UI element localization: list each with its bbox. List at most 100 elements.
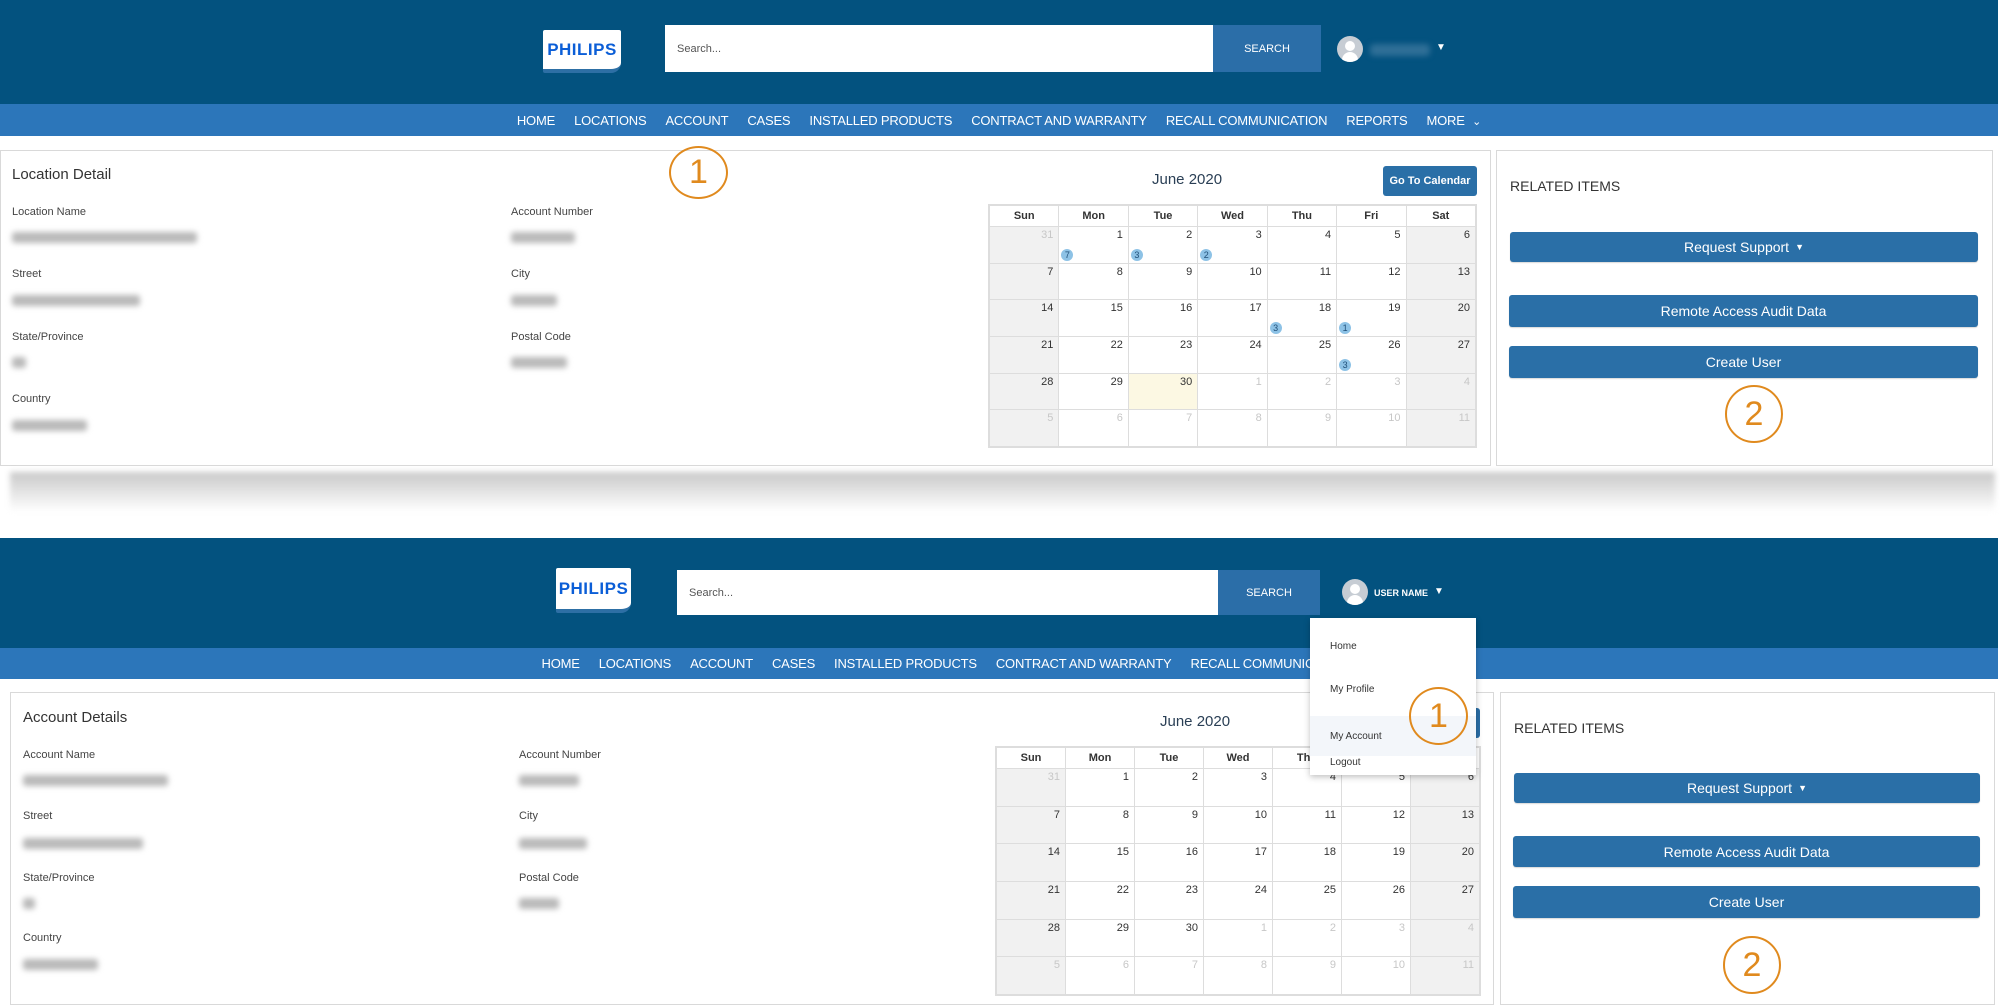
nav-contract-and-warranty[interactable]: CONTRACT AND WARRANTY <box>996 656 1172 671</box>
calendar-day-cell[interactable]: 28 <box>996 918 1066 958</box>
calendar-day-cell[interactable]: 22 <box>1065 880 1135 920</box>
calendar-day-cell[interactable]: 20 <box>1410 843 1480 882</box>
nav-cases[interactable]: CASES <box>747 113 790 128</box>
calendar-day-cell[interactable]: 4 <box>1410 918 1480 958</box>
calendar-day-cell[interactable]: 28 <box>988 372 1060 411</box>
calendar-day-cell[interactable]: 32 <box>1197 226 1268 264</box>
calendar-day-cell[interactable]: 11 <box>1272 805 1342 845</box>
calendar-day-cell[interactable]: 30 <box>1134 918 1204 958</box>
calendar-day-cell[interactable]: 19 <box>1341 843 1411 882</box>
calendar-day-cell[interactable]: 18 3 <box>1266 299 1338 337</box>
caret-down-icon[interactable]: ▼ <box>1436 42 1446 53</box>
search-button[interactable]: SEARCH <box>1218 570 1320 615</box>
calendar-day-cell[interactable]: 12 <box>1336 262 1407 301</box>
search-button[interactable]: SEARCH <box>1213 25 1321 72</box>
calendar-day-cell[interactable]: 7 <box>996 805 1066 845</box>
event-count-badge[interactable]: 2 <box>1200 248 1213 261</box>
nav-home[interactable]: HOME <box>517 113 555 128</box>
user-avatar-icon[interactable] <box>1337 36 1363 62</box>
calendar-day-cell[interactable]: 29 <box>1058 372 1129 411</box>
calendar-day-cell[interactable]: 23 <box>1127 335 1199 374</box>
menu-item-logout[interactable]: Logout <box>1310 750 1476 775</box>
calendar-day-cell[interactable]: 8 <box>1203 956 1273 995</box>
calendar-day-cell[interactable]: 2 <box>1272 918 1342 958</box>
user-name[interactable]: USER NAME <box>1374 588 1428 598</box>
calendar-day-cell[interactable]: 3 <box>1203 768 1273 807</box>
go-to-calendar-button[interactable]: Go To Calendar <box>1383 166 1477 196</box>
calendar-day-cell[interactable]: 22 <box>1058 335 1129 374</box>
remote-access-audit-data-button[interactable]: Remote Access Audit Data <box>1513 836 1980 867</box>
nav-reports[interactable]: REPORTS <box>1346 113 1407 128</box>
calendar-day-cell[interactable]: 19 1 <box>1336 299 1407 337</box>
nav-cases[interactable]: CASES <box>772 656 815 671</box>
calendar-day-cell[interactable]: 1 <box>1065 768 1135 807</box>
calendar-day-cell[interactable]: 6 <box>1405 226 1477 264</box>
calendar-day-cell[interactable]: 3 <box>1336 372 1407 411</box>
create-user-button[interactable]: Create User <box>1509 346 1978 378</box>
user-avatar-icon[interactable] <box>1342 579 1368 605</box>
calendar-day-cell[interactable]: 25 <box>1272 880 1342 920</box>
calendar-day-cell[interactable]: 24 <box>1203 880 1273 920</box>
calendar-day-cell[interactable]: 7 <box>1127 409 1199 447</box>
event-count-badge[interactable]: 7 <box>1061 248 1074 261</box>
calendar-day-cell[interactable]: 7 <box>988 262 1060 301</box>
create-user-button[interactable]: Create User <box>1513 886 1980 918</box>
calendar-day-cell[interactable]: 8 <box>1197 409 1268 447</box>
search-input[interactable]: Search... <box>665 25 1213 72</box>
calendar-day-cell[interactable]: 1 <box>1197 372 1268 411</box>
philips-logo[interactable]: PHILIPS <box>556 568 631 613</box>
event-count-badge[interactable]: 3 <box>1269 321 1282 334</box>
calendar-day-cell[interactable]: 15 <box>1058 299 1129 337</box>
calendar-day-cell[interactable]: 29 <box>1065 918 1135 958</box>
calendar-day-cell[interactable]: 6 <box>1058 409 1129 447</box>
calendar-day-cell[interactable]: 11 <box>1405 409 1477 447</box>
request-support-button[interactable]: Request Support ▼ <box>1510 232 1978 262</box>
calendar-day-cell[interactable]: 27 <box>1410 880 1480 920</box>
calendar-day-cell[interactable]: 18 <box>1272 843 1342 882</box>
calendar-day-cell[interactable]: 3 <box>1341 918 1411 958</box>
calendar-day-cell[interactable]: 11 <box>1410 956 1480 995</box>
calendar-day-cell[interactable]: 9 <box>1127 262 1199 301</box>
calendar-day-cell[interactable]: 9 <box>1134 805 1204 845</box>
event-count-badge[interactable]: 3 <box>1130 248 1143 261</box>
calendar-day-cell[interactable]: 17 <box>1058 226 1129 264</box>
calendar-day-cell[interactable]: 21 <box>988 335 1060 374</box>
calendar-day-cell[interactable]: 24 <box>1197 335 1268 374</box>
calendar-day-cell[interactable]: 12 <box>1341 805 1411 845</box>
philips-logo[interactable]: PHILIPS <box>543 30 621 73</box>
calendar-day-cell[interactable]: 30 <box>1127 372 1199 411</box>
calendar-day-cell[interactable]: 14 <box>996 843 1066 882</box>
calendar-day-cell[interactable]: 13 <box>1405 262 1477 301</box>
nav-account[interactable]: ACCOUNT <box>690 656 753 671</box>
nav-contract-and-warranty[interactable]: CONTRACT AND WARRANTY <box>971 113 1147 128</box>
calendar-day-cell[interactable]: 5 <box>1336 226 1407 264</box>
nav-recall-communication[interactable]: RECALL COMMUNICATION <box>1166 113 1328 128</box>
nav-locations[interactable]: LOCATIONS <box>574 113 647 128</box>
calendar-day-cell[interactable]: 26 3 <box>1336 335 1407 374</box>
calendar-day-cell[interactable]: 4 <box>1405 372 1477 411</box>
calendar-day-cell[interactable]: 31 <box>988 226 1060 264</box>
event-count-badge[interactable]: 1 <box>1339 321 1352 334</box>
calendar-day-cell[interactable]: 21 <box>996 880 1066 920</box>
calendar-day-cell[interactable]: 20 <box>1405 299 1477 337</box>
calendar-day-cell[interactable]: 31 <box>996 768 1066 807</box>
calendar-day-cell[interactable]: 10 <box>1203 805 1273 845</box>
calendar-day-cell[interactable]: 17 <box>1197 299 1268 337</box>
calendar-day-cell[interactable]: 5 <box>988 409 1060 447</box>
calendar-day-cell[interactable]: 26 <box>1341 880 1411 920</box>
calendar-day-cell[interactable]: 25 <box>1266 335 1338 374</box>
calendar-day-cell[interactable]: 6 <box>1065 956 1135 995</box>
calendar-day-cell[interactable]: 2 <box>1266 372 1338 411</box>
calendar-day-cell[interactable]: 13 <box>1410 805 1480 845</box>
calendar-day-cell[interactable]: 5 <box>996 956 1066 995</box>
calendar-day-cell[interactable]: 8 <box>1058 262 1129 301</box>
calendar-day-cell[interactable]: 16 <box>1134 843 1204 882</box>
event-count-badge[interactable]: 3 <box>1339 358 1352 371</box>
caret-down-icon[interactable]: ▼ <box>1434 586 1444 597</box>
calendar-day-cell[interactable]: 10 <box>1341 956 1411 995</box>
calendar-day-cell[interactable]: 2 <box>1134 768 1204 807</box>
calendar-day-cell[interactable]: 11 <box>1266 262 1338 301</box>
search-input[interactable]: Search... <box>677 570 1218 615</box>
calendar-day-cell[interactable]: 9 <box>1272 956 1342 995</box>
nav-locations[interactable]: LOCATIONS <box>599 656 672 671</box>
